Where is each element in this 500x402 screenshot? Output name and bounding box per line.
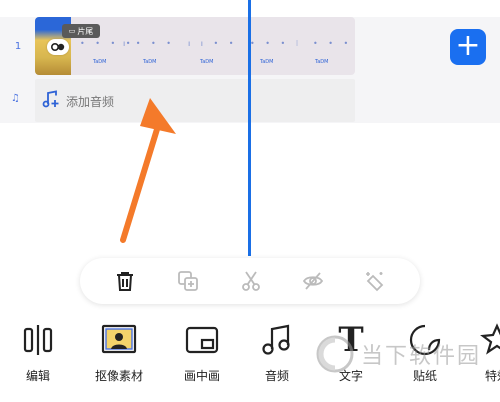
clip-action-toolbar xyxy=(80,258,420,304)
split-bars-icon xyxy=(23,325,53,355)
tool-label: 抠像素材 xyxy=(94,369,143,383)
picture-in-picture-icon xyxy=(185,326,219,354)
tool-label: 音频 xyxy=(264,369,289,383)
add-audio-label[interactable]: 添加音频 xyxy=(66,93,114,110)
tail-badge[interactable]: ▭ 片尾 xyxy=(62,24,100,38)
tool-label: 编辑 xyxy=(25,369,50,383)
scissors-icon[interactable] xyxy=(240,270,262,292)
tail-badge-label: 片尾 xyxy=(77,26,94,36)
watermark: 当下软件园 xyxy=(315,330,500,378)
video-clip[interactable]: ▭ 片尾 • • • • ı • • • ı ı • • • • • ⁝ • •… xyxy=(35,17,355,75)
portrait-cutout-icon xyxy=(101,324,137,354)
playhead[interactable] xyxy=(248,0,251,256)
annotation-arrow-icon xyxy=(120,98,176,243)
tool-edit[interactable]: 编辑 xyxy=(3,320,73,384)
clip-link-icon[interactable] xyxy=(47,39,69,55)
clip-frame-label: TaDM xyxy=(315,59,329,65)
tool-portrait-cutout[interactable]: 抠像素材 xyxy=(84,320,154,384)
tool-audio[interactable]: 音频 xyxy=(242,320,312,384)
duplicate-icon[interactable] xyxy=(177,270,199,292)
track-row-number: 1 xyxy=(14,41,22,52)
clip-frame-label: TaDM xyxy=(200,59,214,65)
add-clip-button[interactable]: + xyxy=(450,29,486,65)
waveform-segment: ı ı • • xyxy=(188,39,238,48)
watermark-logo-icon xyxy=(316,335,354,373)
film-icon: ▭ xyxy=(68,27,76,35)
music-note-icon xyxy=(262,324,290,355)
audio-track-icon: ♫ xyxy=(11,93,20,104)
waveform-segment: • • • xyxy=(313,39,353,48)
magic-icon[interactable] xyxy=(364,270,386,292)
trash-icon[interactable] xyxy=(114,270,136,292)
hide-eye-icon[interactable] xyxy=(302,270,324,292)
watermark-text: 当下软件园 xyxy=(361,344,482,369)
clip-frame-label: TaDM xyxy=(93,59,107,65)
waveform-segment: ı • • • xyxy=(123,39,176,48)
add-music-icon[interactable] xyxy=(42,90,60,108)
tool-picture-in-picture[interactable]: 画中画 xyxy=(167,320,237,384)
clip-frame-label: TaDM xyxy=(143,59,157,65)
clip-frame-label: TaDM xyxy=(260,59,274,65)
waveform-segment: • • • ⁝ xyxy=(250,39,303,48)
tool-label: 画中画 xyxy=(183,369,220,383)
